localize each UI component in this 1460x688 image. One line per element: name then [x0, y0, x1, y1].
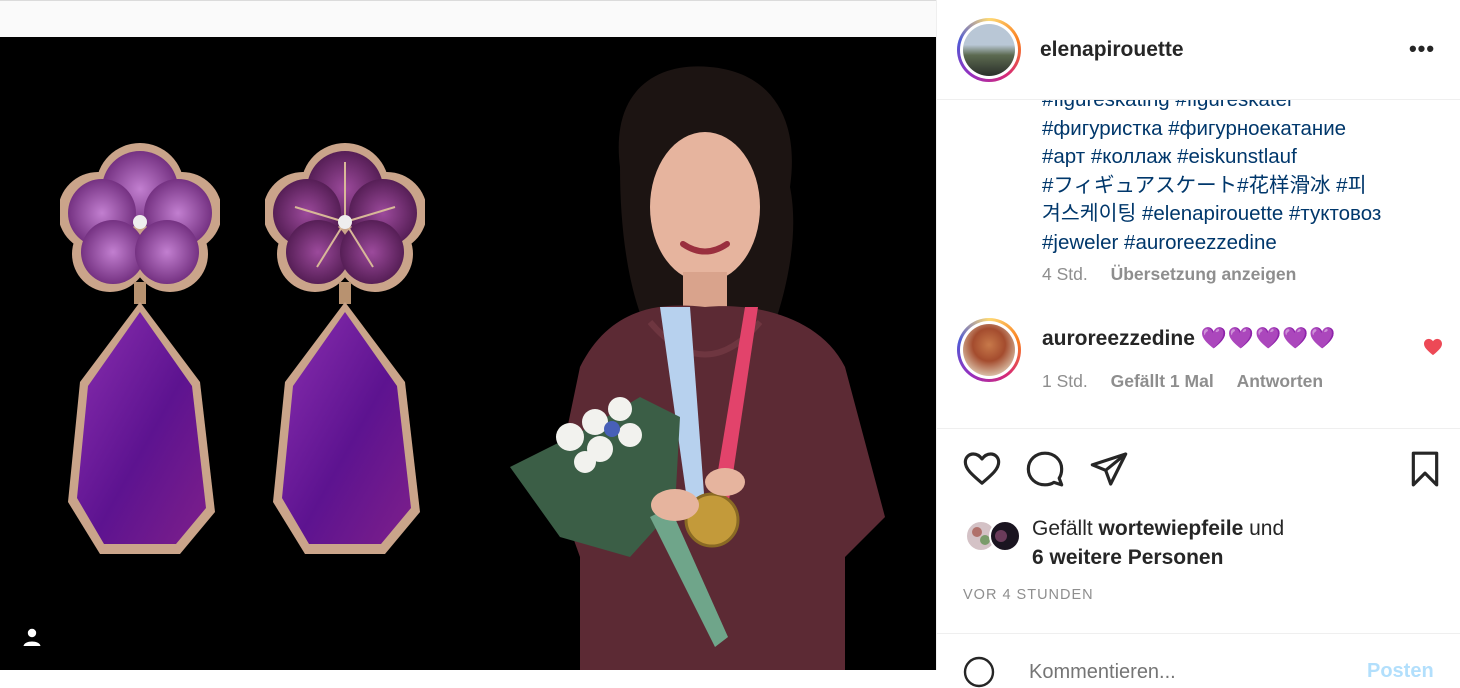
likes-others[interactable]: 6 weitere Personen — [1032, 546, 1223, 569]
caption-meta: 4 Std. Übersetzung anzeigen — [1042, 264, 1296, 285]
commenter-avatar[interactable] — [957, 318, 1021, 382]
save-bookmark-icon[interactable] — [1405, 449, 1445, 489]
post-header: elenapirouette ••• — [937, 0, 1460, 100]
caption-time: 4 Std. — [1042, 264, 1088, 284]
author-username[interactable]: elenapirouette — [1040, 38, 1184, 62]
caption-line[interactable]: 겨스케이팅 #elenapirouette #туктовоз — [1042, 200, 1442, 229]
share-send-icon[interactable] — [1089, 449, 1129, 489]
skater-photo — [510, 66, 885, 670]
comment: auroreezzedine 💜💜💜💜💜 — [1042, 327, 1336, 351]
caption-line[interactable]: #jeweler #auroreezzedine — [1042, 229, 1442, 258]
post-sidebar: elenapirouette ••• #figureskating #figur… — [936, 0, 1460, 688]
top-strip — [0, 0, 936, 38]
post-photo[interactable] — [0, 37, 936, 670]
liker-avatars[interactable] — [963, 518, 1027, 554]
liker-username[interactable]: wortewiepfeile — [1099, 517, 1244, 540]
post-caption: #figureskating #figureskater #фигуристка… — [1042, 86, 1442, 257]
more-options-button[interactable]: ••• — [1407, 36, 1437, 61]
user-tag-icon[interactable] — [20, 625, 44, 649]
emoji-icon[interactable] — [963, 656, 995, 688]
reply-button[interactable]: Antworten — [1237, 371, 1324, 391]
likes-prefix: Gefällt — [1032, 517, 1093, 540]
comment-form: Posten — [937, 633, 1460, 688]
comment-likes[interactable]: Gefällt 1 Mal — [1111, 371, 1214, 391]
author-avatar[interactable] — [957, 18, 1021, 82]
comment-bubble-icon[interactable] — [1025, 449, 1065, 489]
translate-button[interactable]: Übersetzung anzeigen — [1111, 264, 1297, 284]
caption-line[interactable]: #арт #коллаж #eiskunstlauf — [1042, 143, 1442, 172]
comment-text: 💜💜💜💜💜 — [1200, 327, 1337, 350]
post-timestamp[interactable]: VOR 4 STUNDEN — [963, 587, 1094, 603]
comment-time: 1 Std. — [1042, 371, 1088, 391]
comment-input[interactable] — [1027, 660, 1331, 685]
earring-left-image — [60, 143, 220, 554]
caption-line[interactable]: #フィギュアスケート#花样滑冰 #피 — [1042, 172, 1442, 201]
earring-right-image — [265, 143, 425, 554]
caption-line[interactable]: #фигуристка #фигурноекатание — [1042, 115, 1442, 144]
likes-text: Gefällt wortewiepfeile und 6 weitere Per… — [1032, 514, 1284, 572]
like-heart-icon[interactable] — [962, 449, 1002, 489]
post-comment-button[interactable]: Posten — [1367, 660, 1434, 683]
commenter-username[interactable]: auroreezzedine — [1042, 327, 1195, 350]
comment-liked-heart-icon[interactable] — [1423, 338, 1443, 356]
comment-meta: 1 Std. Gefällt 1 Mal Antworten — [1042, 371, 1341, 392]
likes-joiner: und — [1249, 517, 1285, 540]
post-actions: Gefällt wortewiepfeile und 6 weitere Per… — [937, 428, 1460, 634]
